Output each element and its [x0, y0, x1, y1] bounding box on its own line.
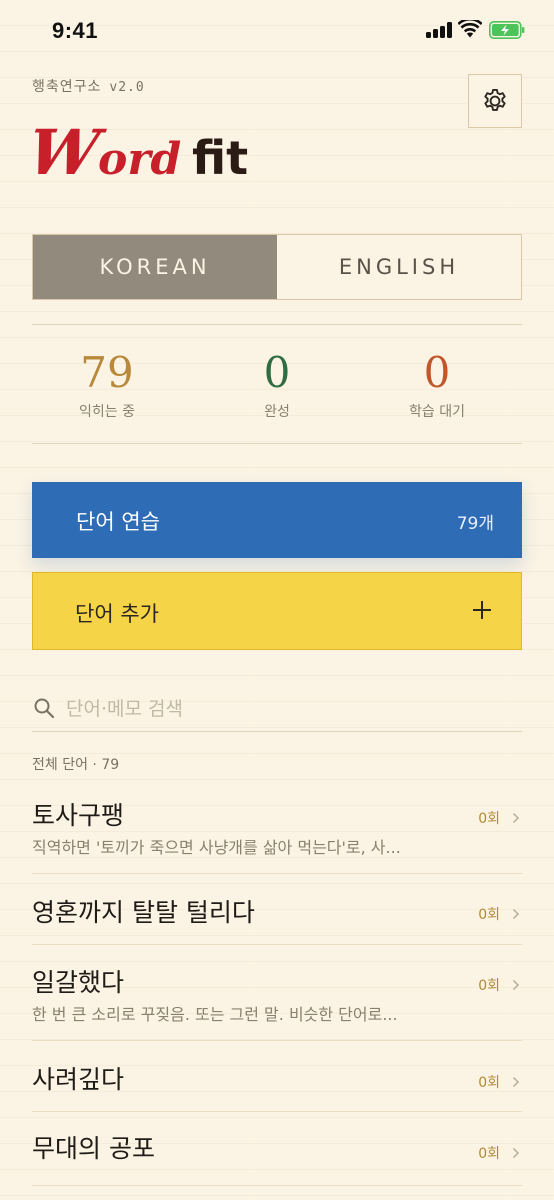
chevron-right-icon [512, 979, 520, 991]
word-description: 한 번 큰 소리로 꾸짖음. 또는 그런 말. 비슷한 단어로... [32, 1005, 398, 1024]
practice-words-button[interactable]: 단어 연습 79개 [32, 482, 522, 558]
word-list-heading: 전체 단어 · 79 [32, 757, 120, 773]
word-description: 직역하면 '토끼가 죽으면 사냥개를 삶아 먹는다'로, 사... [32, 838, 401, 857]
org-name: 행축연구소 [32, 79, 102, 95]
word-title: 토사구팽 [32, 801, 125, 830]
cellular-signal-icon [426, 22, 452, 38]
svg-text:ord: ord [98, 134, 181, 185]
word-title: 영혼까지 탈탈 털리다 [32, 898, 255, 927]
stat-completed-value: 0 [263, 348, 291, 397]
status-bar: 9:41 [0, 0, 554, 62]
settings-button[interactable] [468, 74, 522, 128]
stat-waiting: 0 학습 대기 [362, 347, 512, 421]
review-count: 0회 [478, 978, 500, 994]
review-count: 0회 [478, 1075, 500, 1091]
stat-waiting-label: 학습 대기 [409, 404, 465, 420]
wifi-icon [458, 20, 482, 38]
chevron-right-icon [512, 1147, 520, 1159]
chevron-right-icon [512, 1076, 520, 1088]
stat-learning-value: 79 [80, 348, 134, 397]
word-list-item[interactable]: 영혼까지 탈탈 털리다 0회 [32, 874, 522, 945]
stat-completed: 0 완성 [202, 347, 352, 421]
review-count: 0회 [478, 811, 500, 827]
chevron-right-icon [512, 812, 520, 824]
search-input[interactable] [66, 692, 506, 726]
review-count: 0회 [478, 907, 500, 923]
word-list-item[interactable]: 일갈했다 한 번 큰 소리로 꾸짖음. 또는 그런 말. 비슷한 단어로... … [32, 945, 522, 1041]
status-time: 9:41 [52, 18, 99, 43]
practice-label: 단어 연습 [76, 510, 160, 534]
chevron-right-icon [512, 908, 520, 920]
tab-korean[interactable]: KOREAN [33, 235, 277, 299]
tab-english[interactable]: ENGLISH [277, 235, 521, 299]
stat-learning-label: 익히는 중 [79, 404, 135, 420]
word-title: 사려깊다 [32, 1065, 125, 1094]
stat-waiting-value: 0 [423, 348, 451, 397]
review-count: 0회 [478, 1146, 500, 1162]
add-word-button[interactable]: 단어 추가 [32, 572, 522, 650]
word-list-item[interactable]: 무대의 공포 0회 [32, 1112, 522, 1186]
svg-text:fit: fit [192, 131, 248, 185]
wordfit-logo: W ord fit [32, 116, 248, 188]
gear-icon [484, 88, 506, 111]
add-word-label: 단어 추가 [75, 602, 159, 626]
search-bar [32, 690, 522, 732]
word-list-item[interactable]: 토사구팽 직역하면 '토끼가 죽으면 사냥개를 삶아 먹는다'로, 사... 0… [32, 782, 522, 874]
word-title: 일갈했다 [32, 968, 125, 997]
app-version: v2.0 [109, 80, 145, 95]
language-tabs: KOREAN ENGLISH [32, 234, 522, 300]
battery-icon [489, 21, 525, 39]
stat-learning: 79 익히는 중 [32, 347, 182, 421]
org-label: 행축연구소 v2.0 [32, 76, 145, 96]
word-title: 무대의 공포 [32, 1134, 155, 1163]
stats-panel: 79 익히는 중 0 완성 0 학습 대기 [32, 324, 522, 444]
word-list-item[interactable]: 사려깊다 0회 [32, 1041, 522, 1112]
stat-completed-label: 완성 [264, 404, 290, 420]
search-icon [34, 698, 55, 719]
plus-icon [473, 601, 491, 619]
practice-count: 79개 [456, 514, 494, 534]
